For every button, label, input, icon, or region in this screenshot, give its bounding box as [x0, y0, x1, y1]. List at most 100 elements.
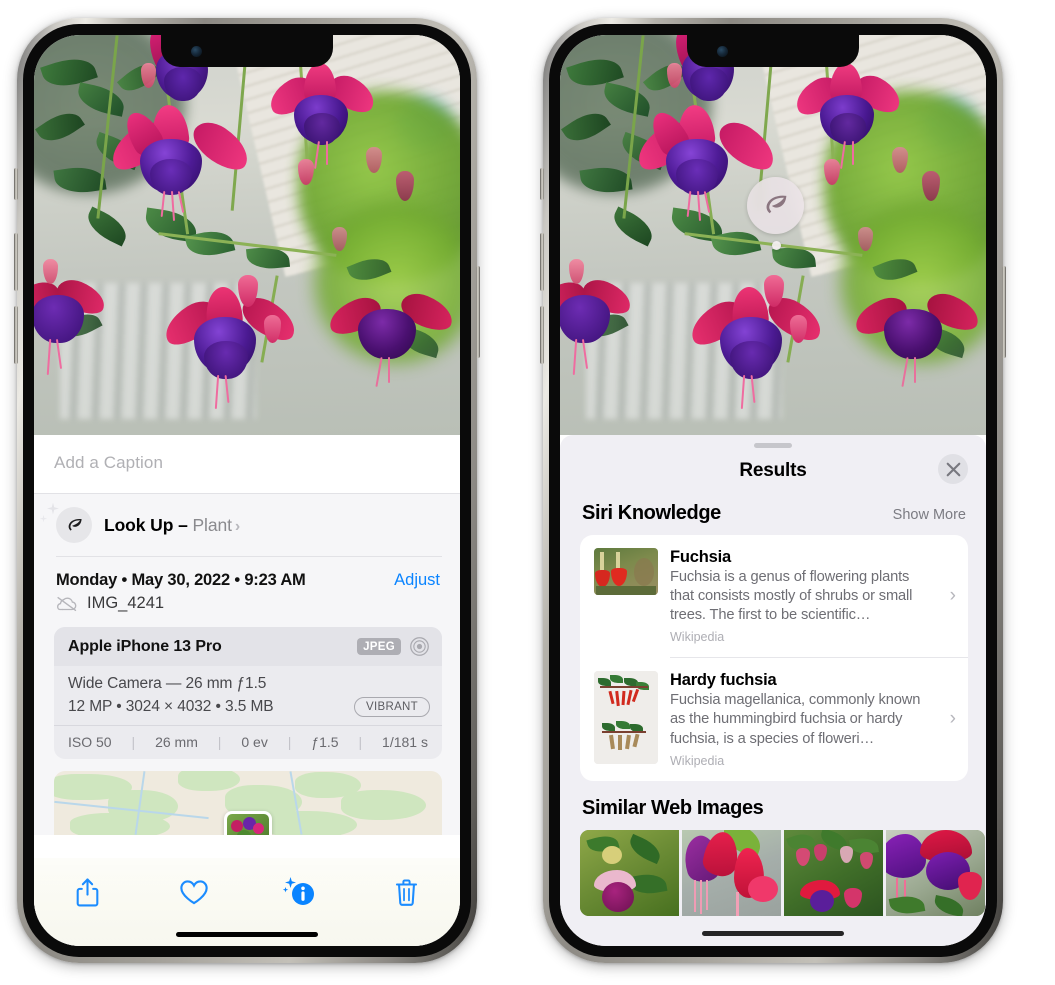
- siri-knowledge-title: Siri Knowledge: [582, 502, 721, 524]
- visual-lookup-badge-pointer: [772, 241, 781, 250]
- similar-web-images-strip[interactable]: [560, 829, 986, 916]
- look-up-label: Look Up – Plant ›: [104, 515, 240, 536]
- photo-toolbar: [34, 858, 460, 946]
- web-image-1[interactable]: [580, 829, 679, 916]
- volume-down-button[interactable]: [540, 306, 544, 364]
- separator: |: [287, 734, 292, 750]
- aperture-value: ƒ1.5: [311, 734, 339, 750]
- hardy-fuchsia-specimen-thumbnail: [594, 671, 658, 765]
- web-image-4[interactable]: [886, 829, 985, 916]
- volume-up-button[interactable]: [14, 233, 18, 291]
- left-phone-bezel: Add a Caption Look Up – Plant › Monday •…: [23, 24, 471, 957]
- exif-settings-row: ISO 50 | 26 mm | 0 ev | ƒ1.5 | 1/181 s: [54, 725, 442, 759]
- trash-icon: [396, 879, 418, 906]
- leaf-icon: [761, 191, 790, 220]
- knowledge-title: Fuchsia: [670, 548, 731, 566]
- knowledge-item[interactable]: Fuchsia Fuchsia is a genus of flowering …: [580, 535, 968, 657]
- format-badge: JPEG: [357, 638, 401, 655]
- separator: |: [131, 734, 136, 750]
- knowledge-source: Wikipedia: [670, 753, 725, 768]
- share-button[interactable]: [60, 872, 114, 912]
- mute-switch[interactable]: [14, 168, 18, 200]
- cloud-slash-icon: [56, 596, 78, 612]
- knowledge-item[interactable]: Hardy fuchsia Fuchsia magellanica, commo…: [580, 658, 968, 780]
- similar-web-images-title: Similar Web Images: [582, 796, 764, 819]
- left-phone-screen: Add a Caption Look Up – Plant › Monday •…: [34, 35, 460, 946]
- chevron-right-icon: ›: [949, 585, 956, 607]
- location-map[interactable]: [54, 771, 442, 835]
- front-camera: [191, 46, 202, 57]
- focal-length-value: 26 mm: [155, 734, 198, 750]
- look-up-subject: Plant: [192, 514, 232, 535]
- look-up-title: Look Up: [104, 514, 174, 535]
- photo-date-row: Monday • May 30, 2022 • 9:23 AM Adjust: [34, 557, 460, 590]
- left-iphone-device: Add a Caption Look Up – Plant › Monday •…: [14, 18, 480, 963]
- caption-input[interactable]: Add a Caption: [34, 435, 460, 493]
- resolution-info: 12 MP • 3024 × 4032 • 3.5 MB: [68, 698, 274, 715]
- photo-image: [560, 35, 986, 435]
- web-image-3[interactable]: [784, 829, 883, 916]
- photo-filename-row: IMG_4241: [34, 590, 460, 625]
- results-title: Results: [739, 460, 807, 481]
- photo-location-pin[interactable]: [224, 811, 272, 835]
- iso-value: ISO 50: [68, 734, 112, 750]
- knowledge-title: Hardy fuchsia: [670, 671, 777, 690]
- camera-device-name: Apple iPhone 13 Pro: [68, 637, 222, 655]
- favorite-button[interactable]: [167, 872, 221, 912]
- exif-card: Apple iPhone 13 Pro JPEG Wide Camera — 2…: [54, 627, 442, 759]
- fuchsia-red-flowers-thumbnail: [594, 548, 658, 595]
- volume-up-button[interactable]: [540, 233, 544, 291]
- screenshot-stage: Add a Caption Look Up – Plant › Monday •…: [0, 0, 1055, 985]
- knowledge-description: Fuchsia magellanica, commonly known as t…: [670, 692, 921, 747]
- info-sparkle-icon: [283, 877, 315, 905]
- visual-lookup-badge[interactable]: [747, 177, 804, 234]
- separator: |: [217, 734, 222, 750]
- siri-knowledge-card: Fuchsia Fuchsia is a genus of flowering …: [580, 535, 968, 781]
- right-phone-screen: Results Siri Knowledge Show More Fuchsia…: [560, 35, 986, 946]
- right-phone-bezel: Results Siri Knowledge Show More Fuchsia…: [549, 24, 997, 957]
- mute-switch[interactable]: [540, 168, 544, 200]
- delete-button[interactable]: [380, 872, 434, 912]
- web-image-2[interactable]: [682, 829, 781, 916]
- front-camera: [717, 46, 728, 57]
- knowledge-source: Wikipedia: [670, 630, 725, 645]
- exif-header: Apple iPhone 13 Pro JPEG: [54, 627, 442, 666]
- lens-info: Wide Camera — 26 mm ƒ1.5: [68, 675, 267, 692]
- photo-viewer[interactable]: [560, 35, 986, 435]
- look-up-section: Look Up – Plant ›: [34, 494, 460, 557]
- exif-body: Wide Camera — 26 mm ƒ1.5 12 MP • 3024 × …: [54, 666, 442, 725]
- photographic-style-badge: VIBRANT: [354, 697, 430, 717]
- aperture-icon: [409, 636, 430, 657]
- chevron-right-icon: ›: [949, 708, 956, 730]
- adjust-button[interactable]: Adjust: [394, 571, 440, 590]
- share-icon: [76, 877, 99, 906]
- look-up-row[interactable]: Look Up – Plant ›: [34, 494, 460, 556]
- leaf-sparkle-icon: [39, 502, 92, 543]
- info-button[interactable]: [273, 872, 327, 912]
- photo-filename: IMG_4241: [87, 594, 165, 612]
- right-iphone-device: Results Siri Knowledge Show More Fuchsia…: [540, 18, 1006, 963]
- look-up-dash: –: [178, 514, 188, 535]
- chevron-right-icon: ›: [234, 517, 241, 535]
- shutter-speed-value: 1/181 s: [382, 734, 428, 750]
- photo-viewer[interactable]: [34, 35, 460, 435]
- device-notch: [687, 35, 859, 67]
- close-x-icon: [946, 462, 961, 477]
- exposure-value: 0 ev: [241, 734, 268, 750]
- photo-info-sheet: Add a Caption Look Up – Plant › Monday •…: [34, 435, 460, 946]
- power-button[interactable]: [1002, 266, 1006, 358]
- close-button[interactable]: [938, 454, 968, 484]
- device-notch: [161, 35, 333, 67]
- results-sheet: Results Siri Knowledge Show More Fuchsia…: [560, 435, 986, 946]
- knowledge-description: Fuchsia is a genus of flowering plants t…: [670, 569, 913, 624]
- similar-web-images-header: Similar Web Images: [560, 781, 986, 828]
- power-button[interactable]: [476, 266, 480, 358]
- photo-date: Monday • May 30, 2022 • 9:23 AM: [56, 571, 306, 589]
- siri-knowledge-header: Siri Knowledge Show More: [560, 494, 986, 535]
- show-more-button[interactable]: Show More: [893, 507, 966, 523]
- home-indicator[interactable]: [702, 931, 844, 936]
- separator: |: [358, 734, 363, 750]
- heart-icon: [180, 879, 208, 904]
- home-indicator[interactable]: [176, 932, 318, 937]
- volume-down-button[interactable]: [14, 306, 18, 364]
